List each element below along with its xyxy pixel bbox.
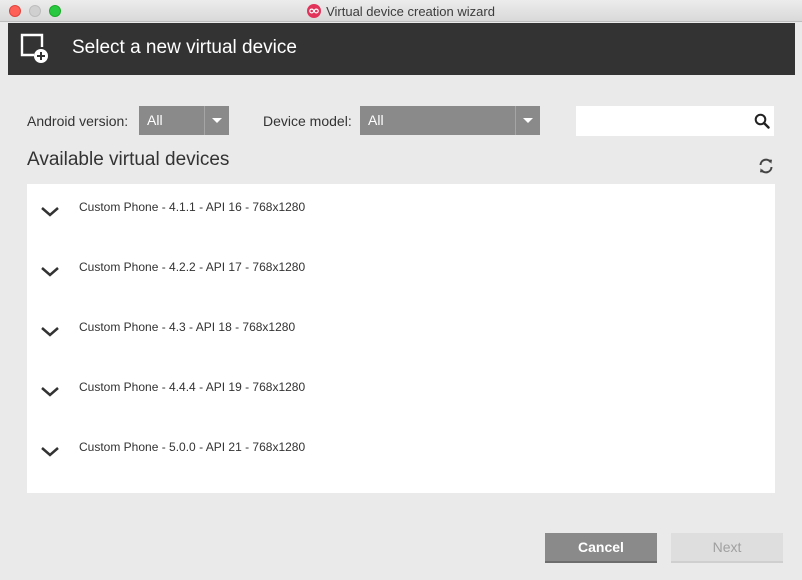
- device-list: Custom Phone - 4.1.1 - API 16 - 768x1280…: [27, 184, 775, 493]
- device-list-item[interactable]: Custom Phone - 4.2.2 - API 17 - 768x1280: [27, 244, 775, 304]
- chevron-down-icon[interactable]: [40, 205, 60, 223]
- chevron-down-icon[interactable]: [40, 385, 60, 403]
- chevron-down-icon[interactable]: [40, 325, 60, 343]
- next-button[interactable]: Next: [671, 533, 783, 563]
- window-title: Virtual device creation wizard: [326, 3, 495, 19]
- add-device-icon: [20, 33, 50, 70]
- refresh-icon[interactable]: [757, 157, 775, 180]
- chevron-down-icon[interactable]: [40, 445, 60, 463]
- device-name: Custom Phone - 5.0.0 - API 21 - 768x1280: [79, 440, 306, 454]
- device-model-label: Device model:: [263, 113, 352, 129]
- chevron-down-icon: [515, 106, 540, 135]
- device-name: Custom Phone - 4.1.1 - API 16 - 768x1280: [79, 200, 306, 214]
- device-list-item[interactable]: Custom Phone - 4.1.1 - API 16 - 768x1280: [27, 184, 775, 244]
- device-list-item[interactable]: Custom Phone - 4.3 - API 18 - 768x1280: [27, 304, 775, 364]
- device-model-select[interactable]: All: [360, 106, 540, 135]
- device-name: Custom Phone - 4.2.2 - API 17 - 768x1280: [79, 260, 306, 274]
- device-list-item[interactable]: Custom Phone - 5.0.0 - API 21 - 768x1280: [27, 424, 775, 484]
- search-input[interactable]: [582, 106, 746, 136]
- device-model-value: All: [368, 112, 384, 128]
- window-titlebar: Virtual device creation wizard: [0, 0, 802, 22]
- available-devices-title: Available virtual devices: [27, 149, 230, 170]
- search-box: [576, 106, 774, 136]
- window-title-area: Virtual device creation wizard: [0, 0, 802, 22]
- cancel-button[interactable]: Cancel: [545, 533, 657, 563]
- android-version-select[interactable]: All: [139, 106, 229, 135]
- search-icon[interactable]: [754, 113, 770, 134]
- android-version-label: Android version:: [27, 113, 129, 129]
- device-list-item[interactable]: Custom Phone - 4.4.4 - API 19 - 768x1280: [27, 364, 775, 424]
- chevron-down-icon[interactable]: [40, 265, 60, 283]
- wizard-header: Select a new virtual device: [8, 23, 795, 75]
- device-name: Custom Phone - 4.3 - API 18 - 768x1280: [79, 320, 296, 334]
- android-version-value: All: [147, 112, 163, 128]
- genymotion-logo-icon: [307, 4, 322, 18]
- page-title: Select a new virtual device: [72, 37, 297, 58]
- chevron-down-icon: [204, 106, 229, 135]
- device-name: Custom Phone - 4.4.4 - API 19 - 768x1280: [79, 380, 306, 394]
